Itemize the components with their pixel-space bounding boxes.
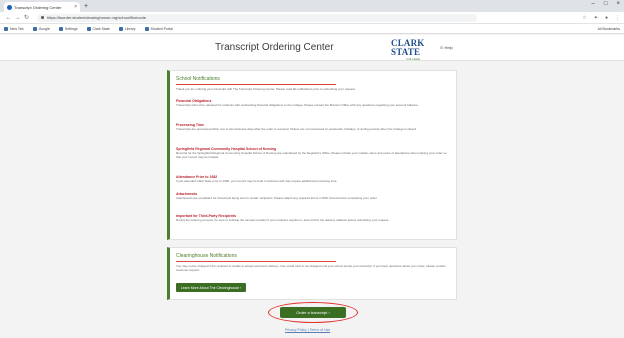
site-header: Transcript Ordering Center CLARK STATE C… — [0, 35, 624, 61]
bookmarks-bar: New Tab Google Settings Clark State Libr… — [0, 24, 624, 34]
bookmark-icon — [118, 26, 123, 31]
address-toolbar: ← → ↻ https://tsorder.studentclearinghou… — [0, 12, 624, 24]
bookmark-label: New Tab — [10, 26, 24, 31]
bookmark-item[interactable]: Student Portal — [144, 26, 173, 31]
clark-state-logo[interactable]: CLARK STATE COLLEGE — [391, 38, 435, 62]
reload-button[interactable]: ↻ — [22, 14, 31, 21]
menu-icon[interactable]: ⋮ — [615, 15, 620, 21]
back-button[interactable]: ← — [4, 15, 13, 21]
toolbar-icons: ☆ ✦ ● ⋮ — [582, 15, 620, 21]
star-icon[interactable]: ☆ — [582, 15, 586, 21]
bookmark-item[interactable]: Settings — [58, 26, 78, 31]
section-body: Transcripts will not be released for stu… — [176, 103, 419, 107]
title-divider — [176, 84, 336, 85]
bookmark-item[interactable]: Clark State — [86, 26, 110, 31]
bookmark-item[interactable]: New Tab — [4, 26, 24, 31]
window-controls: – □ × — [592, 1, 620, 7]
new-tab-button[interactable]: + — [84, 2, 88, 12]
bookmark-icon — [58, 26, 63, 31]
bookmark-label: Student Portal — [150, 26, 173, 31]
favicon-icon — [7, 4, 12, 10]
bookmark-item[interactable]: Google — [32, 26, 50, 31]
tab-title: Transcript Ordering Center — [14, 4, 62, 10]
bookmark-icon — [4, 26, 8, 31]
minimize-button[interactable]: – — [592, 1, 595, 7]
extensions-icon[interactable]: ✦ — [594, 15, 598, 21]
bookmark-label: Google — [38, 26, 50, 31]
order-button-label: Order a transcript — [296, 310, 328, 315]
intro-text: Thank you for ordering your transcript w… — [176, 87, 356, 91]
school-notifications-title: School Notifications — [176, 76, 220, 82]
learn-more-button[interactable]: Learn More About The Clearinghouse › — [176, 283, 246, 292]
help-icon: ⊙ — [440, 45, 444, 50]
clearinghouse-title: Clearinghouse Notifications — [176, 253, 237, 259]
chevron-right-icon: › — [239, 285, 242, 290]
clearinghouse-body: You may not be charged if the recipient … — [176, 264, 446, 272]
maximize-button[interactable]: □ — [604, 1, 608, 7]
school-notifications-panel: School Notifications Thank you for order… — [167, 70, 457, 240]
bookmark-icon — [32, 26, 37, 31]
bookmark-icon — [144, 26, 149, 31]
bookmark-label: Settings — [64, 26, 78, 31]
bookmark-item[interactable]: Library — [118, 26, 136, 31]
page-title: Transcript Ordering Center — [215, 42, 334, 53]
section-body: Records for the Springfield Regional Com… — [176, 151, 447, 159]
profile-icon[interactable]: ● — [605, 15, 608, 21]
help-label: Help — [444, 45, 453, 50]
section-body: If you attended Clark State prior to 198… — [176, 179, 338, 183]
logo-sub: COLLEGE — [405, 57, 421, 61]
forward-button[interactable]: → — [13, 15, 22, 21]
chevron-right-icon: › — [327, 310, 330, 315]
order-transcript-button[interactable]: Order a transcript › — [280, 307, 346, 318]
url-bar[interactable]: https://tsorder.studentclearinghouse.org… — [37, 13, 477, 22]
browser-tab[interactable]: Transcript Ordering Center × — [4, 2, 80, 12]
bookmark-label: Library — [124, 26, 136, 31]
section-body: During the ordering process, be sure to … — [176, 218, 390, 222]
clearinghouse-notifications-panel: Clearinghouse Notifications You may not … — [167, 247, 457, 300]
bookmark-label: Clark State — [92, 26, 110, 31]
footer-link[interactable]: Privacy Policy | Terms of Use — [285, 328, 330, 332]
logo-word: CLARK STATE — [391, 38, 425, 57]
learn-more-label: Learn More About The Clearinghouse — [180, 285, 240, 290]
help-link[interactable]: ⊙ Help — [440, 45, 453, 50]
title-divider — [176, 261, 336, 262]
tab-close-icon[interactable]: × — [74, 4, 77, 10]
url-text: https://tsorder.studentclearinghouse.org… — [47, 15, 146, 20]
browser-tab-bar: Transcript Ordering Center × + – □ × — [0, 0, 624, 12]
section-body: Transcripts are processed within one to … — [176, 127, 417, 131]
all-bookmarks-link[interactable]: All Bookmarks — [598, 27, 620, 31]
close-window-button[interactable]: × — [616, 1, 620, 7]
bookmark-icon — [86, 26, 91, 31]
section-body: Attachments are mandated for transcripts… — [176, 196, 378, 200]
lock-icon — [41, 16, 44, 19]
